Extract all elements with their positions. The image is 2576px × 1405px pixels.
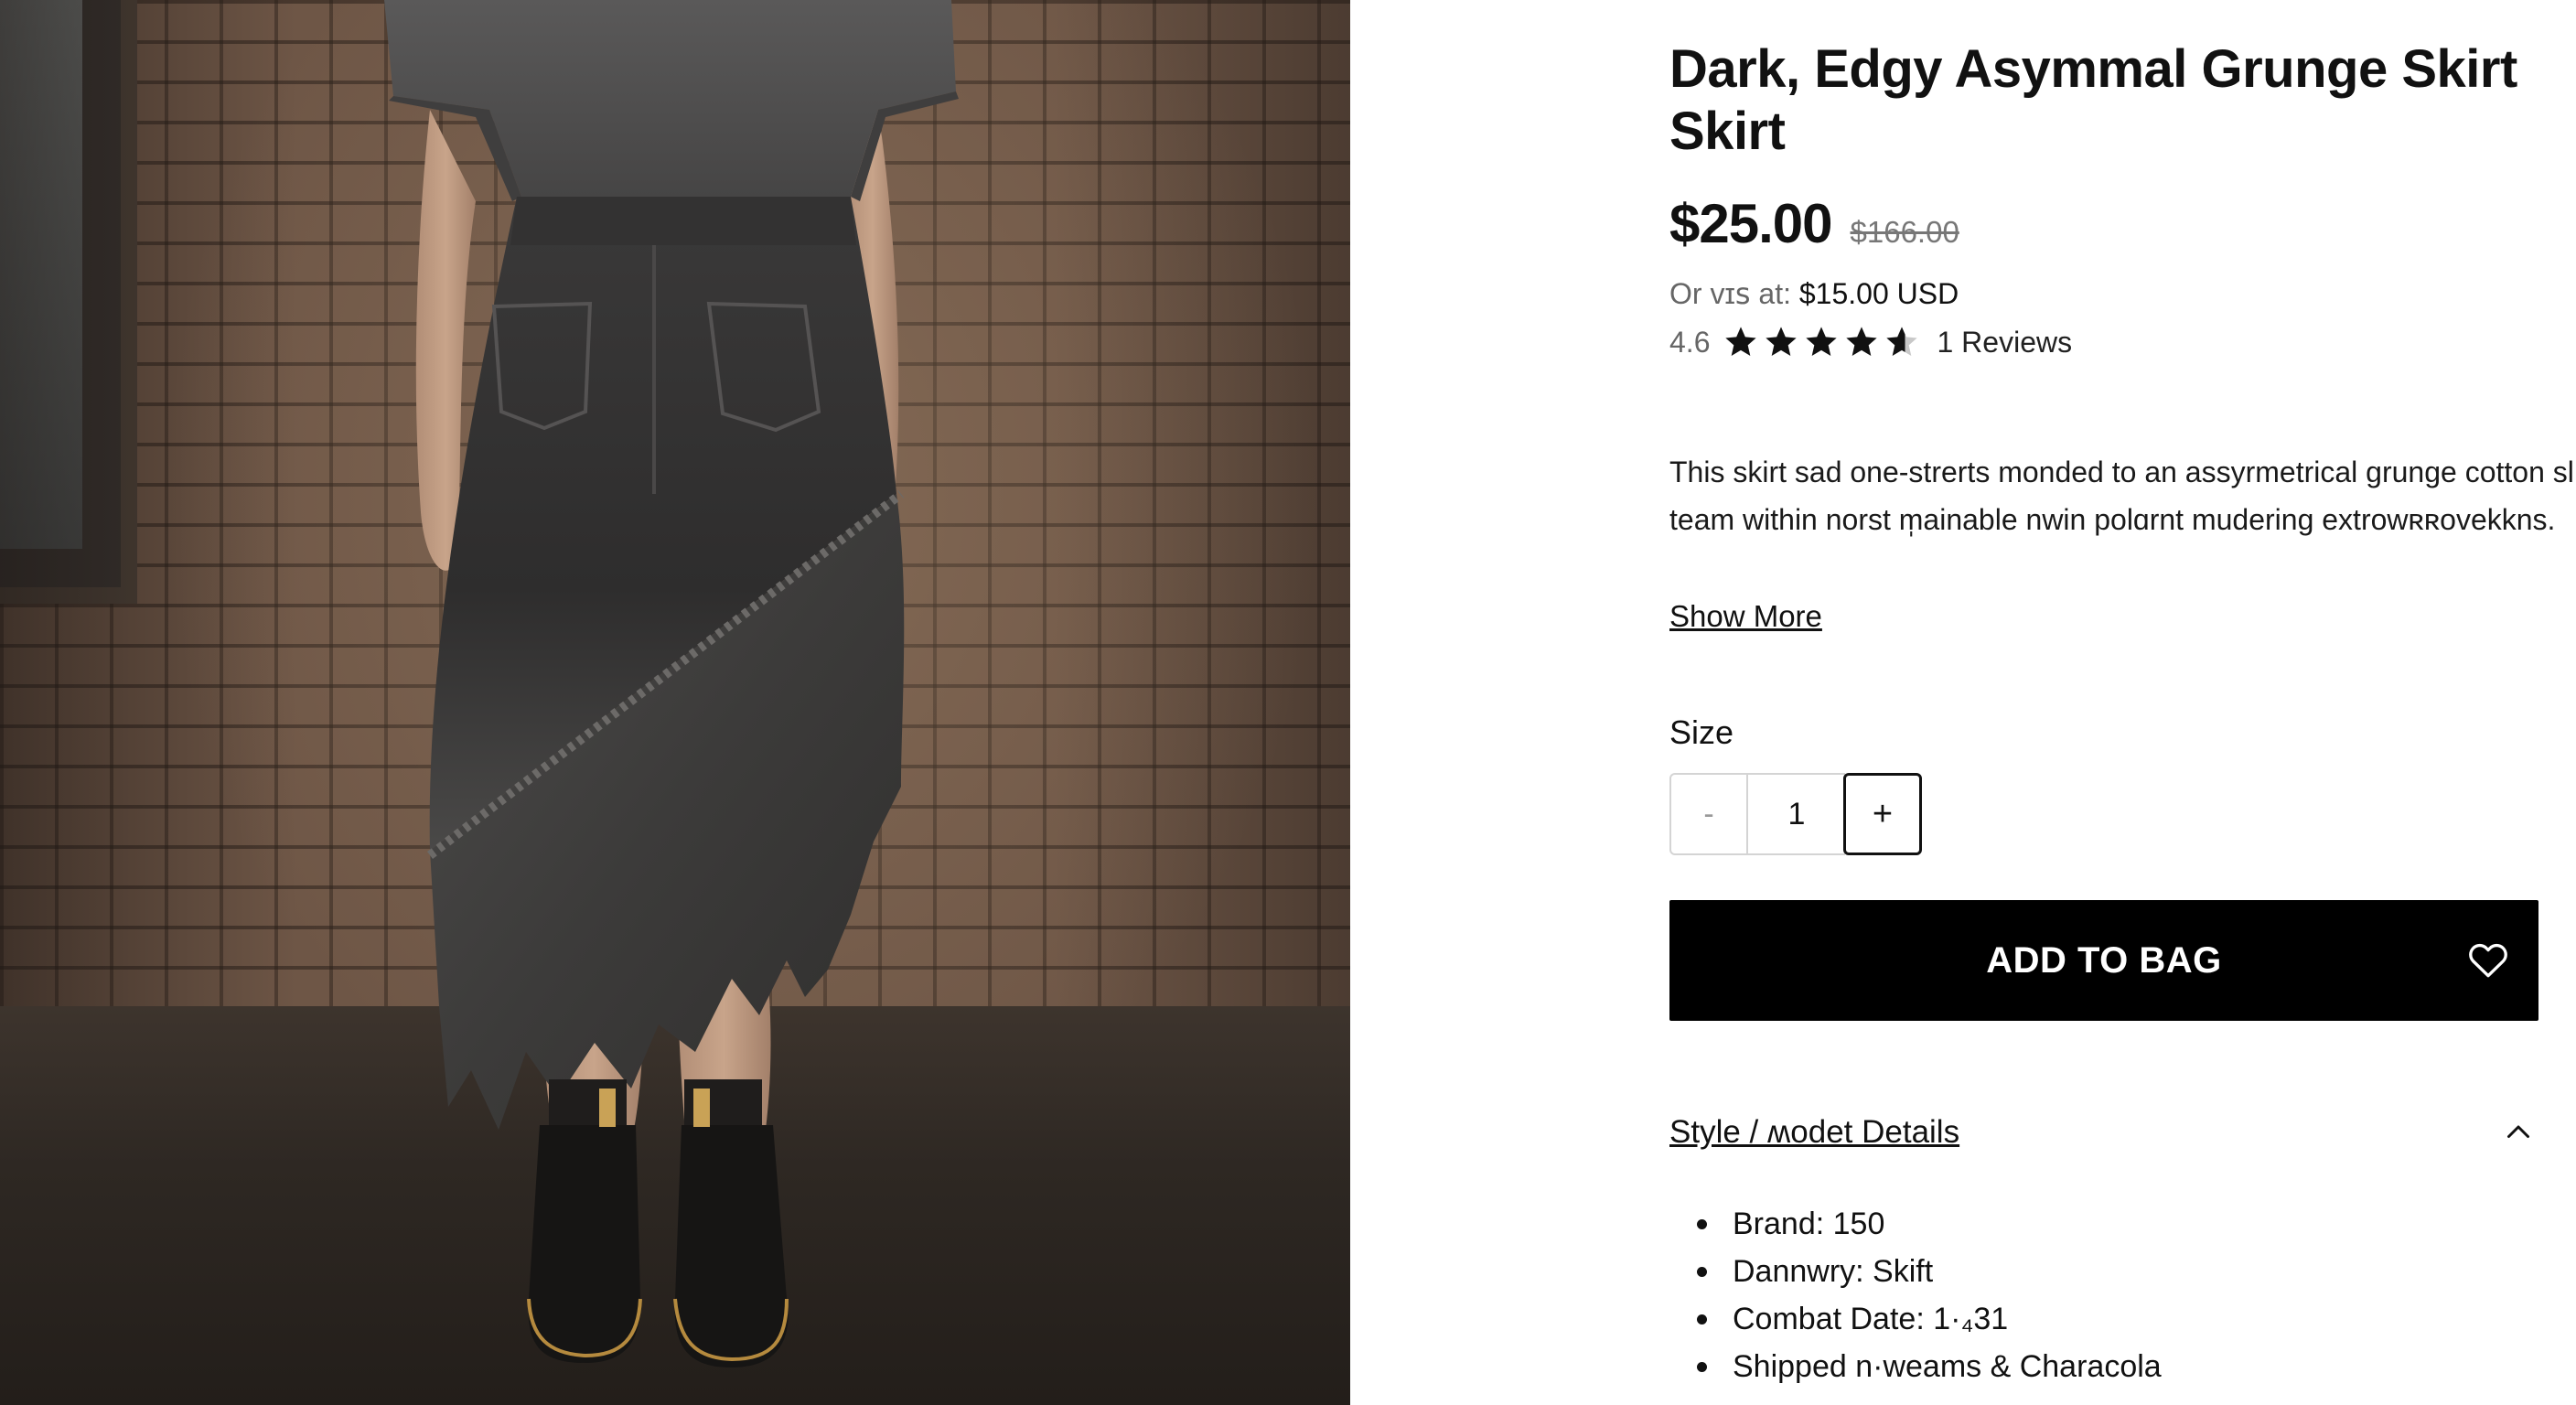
right-boot (674, 1125, 789, 1367)
star-icon (1806, 327, 1838, 356)
increase-quantity-button[interactable]: + (1843, 773, 1922, 855)
heart-outline-icon[interactable] (2465, 937, 2511, 982)
star-icon (1725, 327, 1757, 356)
style-details-accordion-header[interactable]: Style / ʍodet Details (1669, 1114, 2538, 1151)
review-count-link[interactable]: 1 Reviews (1937, 326, 2072, 359)
star-icon (1766, 327, 1798, 356)
product-info-panel: Dark, Edgy Asymmal Grunge Skirt Skirt $2… (1350, 0, 2576, 1405)
product-description: This skirt sad one-strerts monded to an … (1669, 456, 2576, 536)
bullet (1697, 1314, 1707, 1325)
bullet (1697, 1361, 1707, 1372)
list-item: Shipped n·weams & Characola (1669, 1343, 2162, 1390)
detail-date: Combat Date: 1·₄31 (1733, 1302, 2009, 1336)
show-more-link[interactable]: Show More (1669, 599, 1822, 634)
compare-at-price: $166.00 (1850, 215, 1959, 249)
rating-row[interactable]: 4.6 1 Reviews (1669, 324, 2072, 360)
list-item: Brand: 150 (1669, 1200, 2162, 1248)
star-icon (1886, 327, 1918, 356)
size-label: Size (1669, 713, 1734, 751)
chevron-up-icon[interactable] (2502, 1116, 2535, 1149)
add-to-bag-button[interactable]: ADD TO BAG (1669, 900, 2538, 1021)
rating-value: 4.6 (1669, 325, 1711, 359)
left-boot (528, 1125, 641, 1363)
list-item: Dannwry: Skift (1669, 1248, 2162, 1295)
bullet (1697, 1266, 1707, 1277)
detail-category: Dannwry: Skift (1733, 1254, 1934, 1289)
quantity-stepper: - 1 + (1669, 773, 1922, 855)
price-row: $25.00 $166.00 (1669, 192, 1959, 255)
model-illustration (384, 0, 959, 1367)
rating-stars (1723, 324, 1920, 360)
bullet (1697, 1218, 1707, 1229)
list-item: Combat Date: 1·₄31 (1669, 1295, 2162, 1343)
installment-offer: Or ᴠɪꜱ at: $15.00 USD (1669, 276, 1959, 311)
add-to-bag-label: ADD TO BAG (1986, 939, 2222, 981)
product-page: Dark, Edgy Asymmal Grunge Skirt Skirt $2… (0, 0, 2576, 1405)
style-details-title[interactable]: Style / ʍodet Details (1669, 1114, 1959, 1151)
star-icon (1846, 327, 1878, 356)
installment-prefix: Or ᴠɪꜱ at: (1669, 277, 1791, 310)
detail-shipping: Shipped n·weams & Characola (1733, 1349, 2162, 1384)
sale-price: $25.00 (1669, 193, 1833, 254)
installment-amount: $15.00 USD (1798, 277, 1959, 310)
quantity-value[interactable]: 1 (1748, 773, 1845, 855)
decrease-quantity-button[interactable]: - (1669, 773, 1748, 855)
product-title: Dark, Edgy Asymmal Grunge Skirt Skirt (1669, 39, 2517, 161)
detail-brand: Brand: 150 (1733, 1207, 1885, 1241)
style-details-list: Brand: 150 Dannwry: Skift Combat Date: 1… (1669, 1200, 2162, 1390)
product-image[interactable] (0, 0, 1350, 1405)
